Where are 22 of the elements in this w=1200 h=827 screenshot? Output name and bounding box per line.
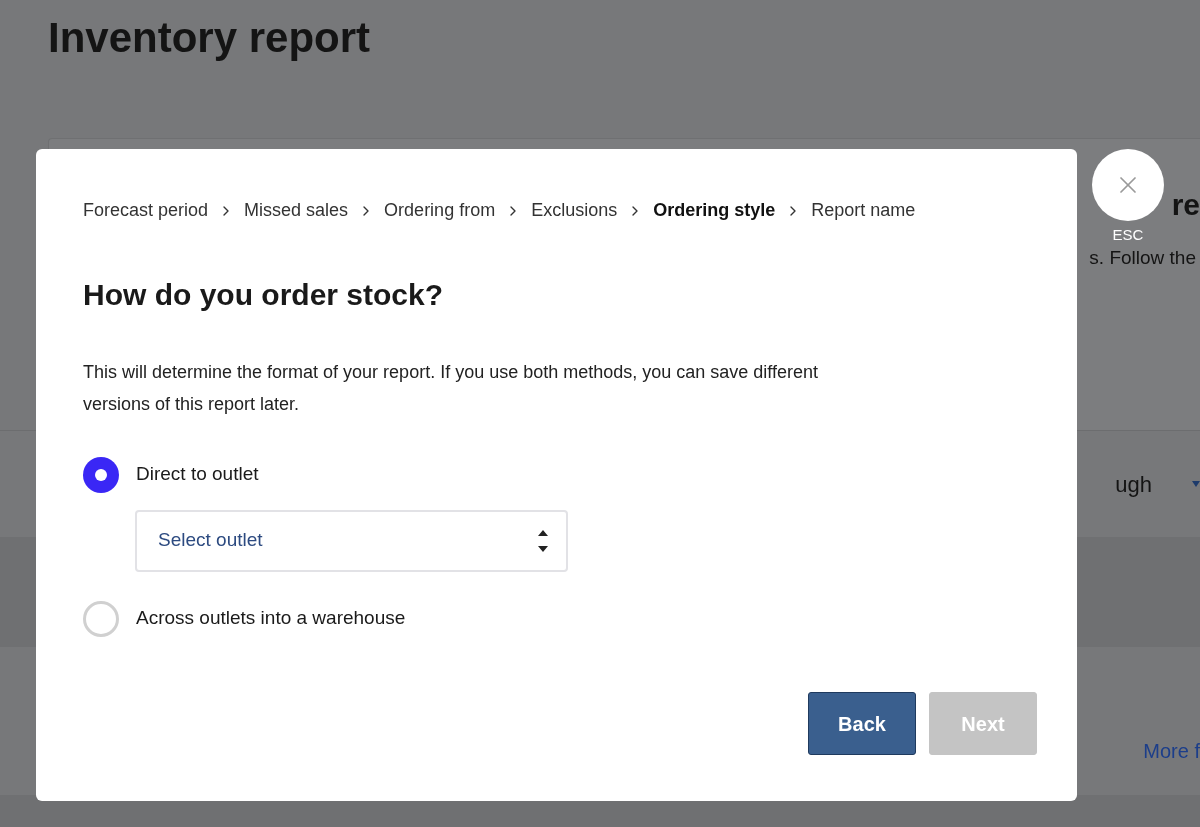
- sort-arrows-icon: [538, 529, 548, 552]
- breadcrumb-item[interactable]: Ordering style: [653, 197, 776, 224]
- card-text: s. Follow the: [1089, 245, 1196, 270]
- card-heading: re: [1171, 187, 1200, 223]
- radio-label[interactable]: Across outlets into a warehouse: [136, 604, 406, 633]
- radio-button[interactable]: [83, 456, 119, 493]
- breadcrumb-item[interactable]: Missed sales: [244, 197, 349, 224]
- dialog-heading: How do you order stock?: [83, 277, 444, 313]
- back-button[interactable]: Back: [808, 692, 916, 755]
- dropdown-value: ugh: [1115, 470, 1152, 499]
- breadcrumb-item[interactable]: Ordering from: [384, 197, 496, 224]
- radio-label[interactable]: Direct to outlet: [136, 460, 259, 489]
- breadcrumb-item[interactable]: Exclusions: [531, 197, 618, 224]
- dialog-description: This will determine the format of your report. If you use both methods, you can save different versions of this report later.: [83, 360, 820, 416]
- select-placeholder: Select outlet: [158, 528, 263, 553]
- breadcrumb-item[interactable]: Forecast period: [83, 197, 209, 224]
- outlet-select[interactable]: Select outlet: [135, 509, 568, 572]
- radio-button[interactable]: [83, 600, 119, 637]
- caret-icon: [1192, 481, 1200, 487]
- esc-hint: ESC: [1112, 227, 1144, 242]
- breadcrumb-item[interactable]: Report name: [811, 197, 916, 224]
- page-title: Inventory report: [48, 13, 371, 63]
